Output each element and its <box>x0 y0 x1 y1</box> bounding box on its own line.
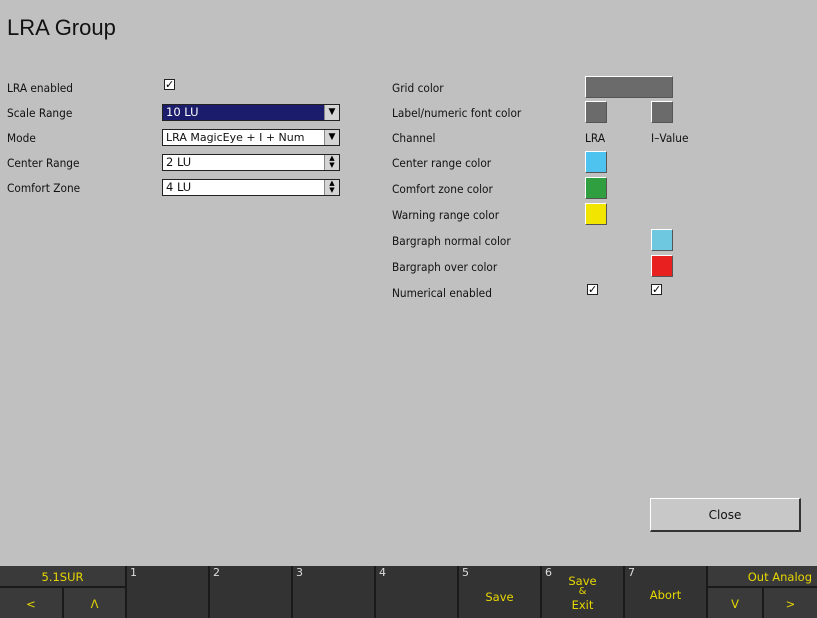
center-range-color-swatch[interactable] <box>585 151 607 173</box>
nav-up-button[interactable]: Λ <box>64 588 125 618</box>
chevron-down-icon[interactable]: ▼ <box>324 130 339 145</box>
fkey-1[interactable]: 1 <box>127 566 208 618</box>
save-button[interactable]: 5 Save <box>459 566 540 618</box>
bargraph-normal-color-label: Bargraph normal color <box>392 234 511 248</box>
fkey-3-number: 3 <box>296 566 303 579</box>
fkey-4-number: 4 <box>379 566 386 579</box>
mode-value: LRA MagicEye + I + Num <box>166 131 305 144</box>
comfort-zone-value: 4 LU <box>166 180 192 194</box>
comfort-zone-color-label: Comfort zone color <box>392 182 493 196</box>
numerical-enabled-label: Numerical enabled <box>392 286 492 300</box>
bargraph-normal-color-swatch[interactable] <box>651 229 673 251</box>
channel-lra-header: LRA <box>585 131 606 145</box>
abort-button-label: Abort <box>649 588 682 602</box>
save-exit-label-line2: & <box>578 586 587 597</box>
fkey-3[interactable]: 3 <box>293 566 374 618</box>
grid-color-label: Grid color <box>392 81 444 95</box>
channel-ivalue-header: I–Value <box>651 131 689 145</box>
fkey-5-number: 5 <box>462 566 469 579</box>
grid-color-swatch[interactable] <box>585 76 673 98</box>
fkey-8: Out Analog V > <box>708 566 817 618</box>
comfort-zone-spinner[interactable]: 4 LU ▲ ▼ <box>162 179 340 196</box>
save-exit-button[interactable]: 6 Save & Exit <box>542 566 623 618</box>
scale-range-label: Scale Range <box>7 106 73 120</box>
function-key-bar: 5.1SUR < Λ 1 2 3 4 5 Save 6 Save & Exit … <box>0 566 817 618</box>
close-button[interactable]: Close <box>650 498 801 532</box>
lra-enabled-label: LRA enabled <box>7 81 74 95</box>
bargraph-over-color-swatch[interactable] <box>651 255 673 277</box>
fkey-4[interactable]: 4 <box>376 566 457 618</box>
fkey-7-number: 7 <box>628 566 635 579</box>
numerical-lra-checkbox[interactable]: ✓ <box>587 284 598 295</box>
chevron-left-icon: < <box>26 597 36 611</box>
save-exit-label-line3: Exit <box>571 598 594 612</box>
fkey-2[interactable]: 2 <box>210 566 291 618</box>
mode-label: Mode <box>7 131 36 145</box>
chevron-right-icon: > <box>785 597 796 611</box>
abort-button[interactable]: 7 Abort <box>625 566 706 618</box>
chevron-down-icon[interactable]: ▼ <box>324 105 339 120</box>
numerical-ivalue-checkbox[interactable]: ✓ <box>651 284 662 295</box>
fkey-0-label: 5.1SUR <box>41 570 84 584</box>
center-range-spinner[interactable]: 2 LU ▲ ▼ <box>162 154 340 171</box>
channel-label: Channel <box>392 131 436 145</box>
spin-arrows-icon[interactable]: ▲ ▼ <box>324 155 339 170</box>
save-button-label: Save <box>485 590 514 604</box>
center-range-color-label: Center range color <box>392 156 492 170</box>
fkey-1-number: 1 <box>130 566 137 579</box>
lra-enabled-checkbox[interactable]: ✓ <box>164 79 175 90</box>
label-font-color-label: Label/numeric font color <box>392 106 522 120</box>
label-font-color-lra-swatch[interactable] <box>585 101 607 123</box>
scale-range-select[interactable]: 10 LU ▼ <box>162 104 340 121</box>
center-range-value: 2 LU <box>166 155 192 169</box>
nav-down-button[interactable]: V <box>708 588 762 618</box>
comfort-zone-color-swatch[interactable] <box>585 177 607 199</box>
spin-arrows-icon[interactable]: ▲ ▼ <box>324 180 339 195</box>
mode-select[interactable]: LRA MagicEye + I + Num ▼ <box>162 129 340 146</box>
nav-left-button[interactable]: < <box>0 588 62 618</box>
nav-right-button[interactable]: > <box>764 588 817 618</box>
fkey-8-label: Out Analog <box>747 570 812 584</box>
warning-range-color-swatch[interactable] <box>585 203 607 225</box>
label-font-color-ivalue-swatch[interactable] <box>651 101 673 123</box>
chevron-up-icon: Λ <box>90 597 99 611</box>
scale-range-value: 10 LU <box>166 105 199 119</box>
fkey-2-number: 2 <box>213 566 220 579</box>
fkey-0: 5.1SUR < Λ <box>0 566 125 618</box>
page-title: LRA Group <box>7 15 116 40</box>
center-range-label: Center Range <box>7 156 80 170</box>
chevron-down-icon: V <box>731 597 739 611</box>
comfort-zone-label: Comfort Zone <box>7 181 81 195</box>
bargraph-over-color-label: Bargraph over color <box>392 260 498 274</box>
warning-range-color-label: Warning range color <box>392 208 500 222</box>
